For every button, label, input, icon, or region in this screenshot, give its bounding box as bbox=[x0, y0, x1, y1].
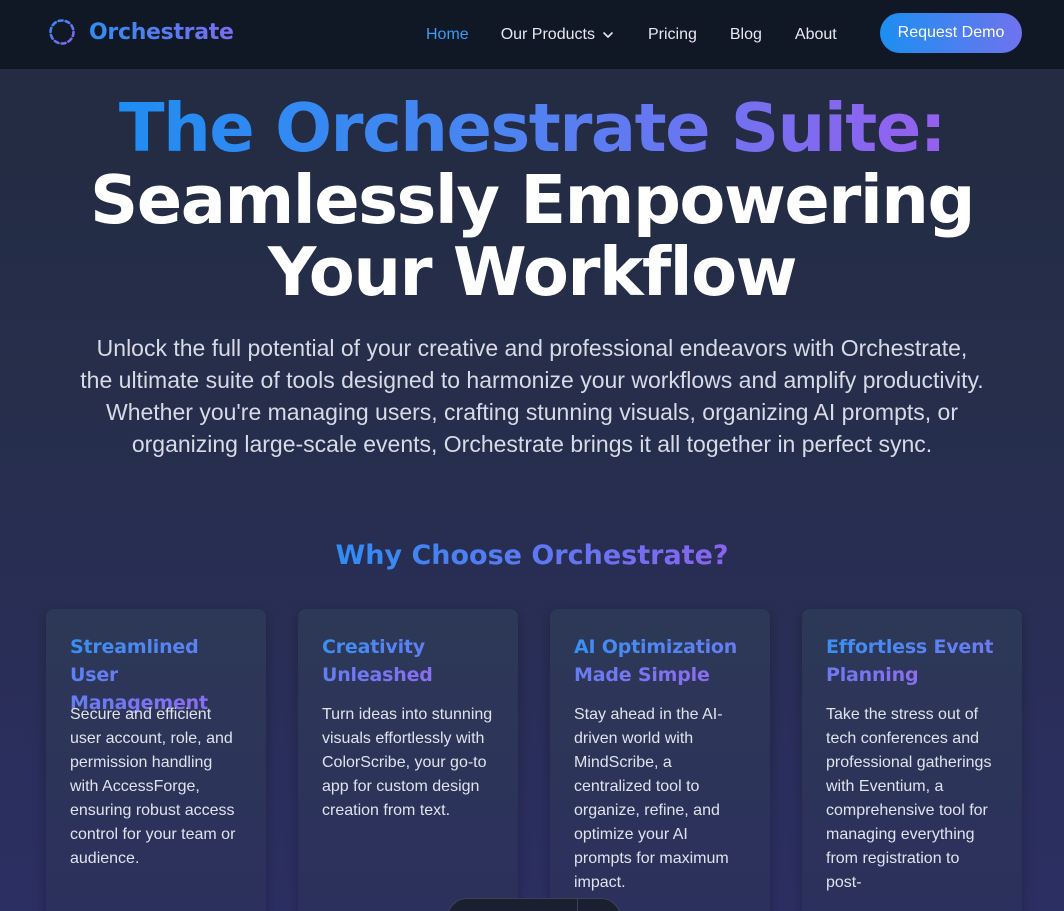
section-title: Why Choose Orchestrate? bbox=[0, 540, 1064, 571]
nav-our-products-label: Our Products bbox=[500, 25, 595, 43]
nav-our-products[interactable]: Our Products bbox=[501, 26, 615, 44]
feature-card-title: AI Optimization Made Simple bbox=[574, 636, 738, 686]
feature-card: Streamlined User Management Secure and e… bbox=[46, 609, 266, 911]
nav-home[interactable]: Home bbox=[426, 26, 469, 44]
chevron-down-icon bbox=[603, 31, 613, 38]
brand[interactable]: Orchestrate bbox=[47, 17, 234, 47]
feature-cards: Streamlined User Management Secure and e… bbox=[46, 609, 1022, 911]
feature-card-title: Effortless Event Planning bbox=[826, 636, 994, 686]
feature-card: Effortless Event Planning Take the stres… bbox=[802, 609, 1022, 911]
hero-title: The Orchestrate Suite: Seamlessly Empowe… bbox=[0, 92, 1064, 308]
request-demo-button[interactable]: Request Demo bbox=[880, 13, 1022, 53]
feature-card: AI Optimization Made Simple Stay ahead i… bbox=[550, 609, 770, 911]
hero-subtitle: Unlock the full potential of your creati… bbox=[80, 335, 984, 457]
nav-blog[interactable]: Blog bbox=[730, 26, 762, 44]
dashed-circle-icon bbox=[49, 19, 75, 45]
feature-card-text: Take the stress out of tech conferences … bbox=[826, 706, 992, 891]
hero-title-line2: Seamlessly Empowering bbox=[90, 161, 975, 239]
section-title-text: Why Choose Orchestrate? bbox=[335, 540, 729, 571]
floating-toolbar[interactable] bbox=[447, 898, 621, 911]
hero-title-line3: Your Workflow bbox=[267, 233, 798, 311]
brand-name: Orchestrate bbox=[89, 19, 234, 45]
feature-card-text: Secure and efficient user account, role,… bbox=[70, 706, 236, 867]
nav-about[interactable]: About bbox=[795, 26, 837, 44]
feature-card-title: Creativity Unleashed bbox=[322, 636, 433, 686]
floating-toolbar-segment[interactable] bbox=[448, 899, 578, 911]
feature-card-text: Turn ideas into stunning visuals effortl… bbox=[322, 706, 493, 819]
feature-card: Creativity Unleashed Turn ideas into stu… bbox=[298, 609, 518, 911]
feature-card-text: Stay ahead in the AI-driven world with M… bbox=[574, 706, 729, 891]
main-nav: Home Our Products Pricing Blog About bbox=[426, 0, 837, 69]
nav-pricing[interactable]: Pricing bbox=[648, 26, 697, 44]
floating-toolbar-segment[interactable] bbox=[578, 899, 620, 911]
top-navbar: Orchestrate Home Our Products Pricing Bl… bbox=[0, 0, 1064, 69]
hero-title-line1: The Orchestrate Suite: bbox=[118, 89, 947, 167]
